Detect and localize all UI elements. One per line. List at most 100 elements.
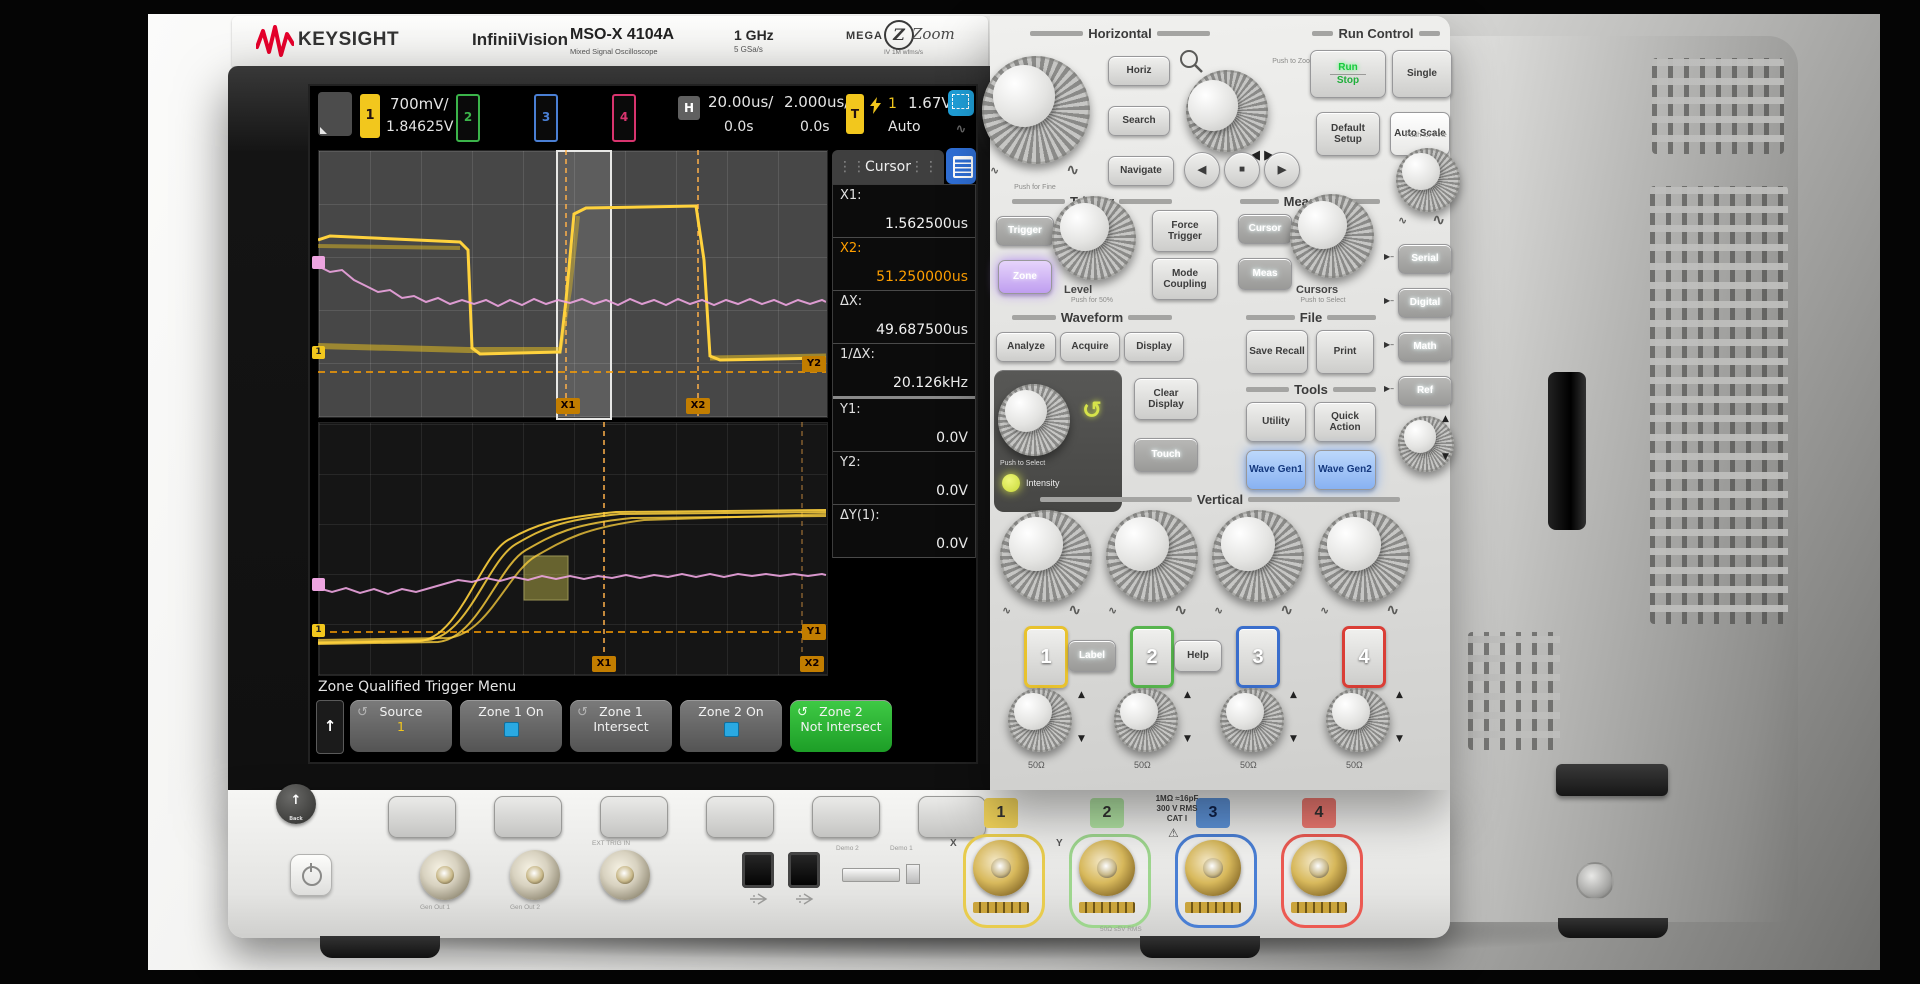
ch3-status-tag[interactable]: 3 [534,94,558,142]
default-setup-button[interactable]: Default Setup [1316,112,1380,156]
cursor-y1-flag[interactable]: Y1 [802,624,826,640]
entry-knob[interactable] [998,384,1070,456]
rear-handle-bar[interactable] [1548,372,1586,530]
softkey-zone2-mode[interactable]: ↺ Zone 2 Not Intersect [790,700,892,752]
cursor-button[interactable]: Cursor [1238,214,1292,244]
ch1-button[interactable]: 1 [1024,626,1068,688]
help-button[interactable]: Help [1174,640,1222,672]
mode-coupling-button[interactable]: Mode Coupling [1152,258,1218,300]
navigate-button[interactable]: Navigate [1108,156,1174,186]
side-latch[interactable] [1556,764,1668,796]
ground-terminal[interactable] [906,864,920,884]
cursor-y2-flag[interactable]: Y2 [802,356,826,372]
clear-display-button[interactable]: Clear Display [1134,378,1198,420]
nav-stop-button[interactable]: ■ [1224,152,1260,188]
cursor-panel-tab[interactable]: ⋮⋮ Cursor ⋮⋮ [832,150,944,184]
softkey-zone1-mode[interactable]: ↺ Zone 1 Intersect [570,700,672,752]
print-button[interactable]: Print [1316,330,1374,374]
ch3-position-knob[interactable] [1220,688,1284,752]
wave-gen1-button[interactable]: Wave Gen1 [1246,450,1306,490]
intensity-button[interactable] [1002,474,1020,492]
down-arrow-icon: ▼ [1290,734,1297,744]
ch1-status-tag[interactable]: 1 [360,94,380,138]
ch2-status-tag[interactable]: 2 [456,94,480,142]
save-recall-button[interactable]: Save Recall [1246,330,1308,374]
search-magnifier-icon [1178,48,1204,74]
serial-button[interactable]: Serial [1398,244,1452,274]
gen-out-2-bnc[interactable] [510,850,560,900]
ch1-input-bnc[interactable] [973,840,1029,896]
cursors-knob[interactable] [1290,194,1374,278]
horiz-button[interactable]: Horiz [1108,56,1170,86]
ch4-position-knob[interactable] [1326,688,1390,752]
acquire-button[interactable]: Acquire [1060,332,1120,362]
softkey-source[interactable]: ↺ Source 1 [350,700,452,752]
ch3-input-bnc[interactable] [1185,840,1241,896]
ch2-scale-knob[interactable] [1106,510,1198,602]
cursor-x2-flag-upper[interactable]: X2 [686,398,710,414]
menu-back-key[interactable]: ↑ [316,700,344,754]
analyze-button[interactable]: Analyze [996,332,1056,362]
ch4-input-bnc[interactable] [1291,840,1347,896]
softkey-button-4[interactable] [706,796,774,838]
cursor-x1-flag-lower[interactable]: X1 [592,656,616,672]
usb-port-1[interactable] [742,852,774,888]
section-title: Vertical [1197,492,1243,507]
ch4-status-tag[interactable]: 4 [612,94,636,142]
ch4-button[interactable]: 4 [1342,626,1386,688]
warning-icon: ⚠ [1168,826,1179,840]
bus-position-knob[interactable] [1398,416,1454,472]
usb-port-2[interactable] [788,852,820,888]
quick-action-button[interactable]: Quick Action [1314,402,1376,442]
trigger-button[interactable]: Trigger [996,216,1054,246]
touch-button[interactable]: Touch [1134,438,1198,472]
ch4-scale-knob[interactable] [1318,510,1410,602]
ch1-position-knob[interactable] [1008,688,1072,752]
trigger-level-knob[interactable] [1052,196,1136,280]
ch2-position-knob[interactable] [1114,688,1178,752]
demo-terminal[interactable] [842,868,900,882]
zone-button[interactable]: Zone [998,260,1052,294]
cursor-x2-flag-lower[interactable]: X2 [800,656,824,672]
softkey-button-2[interactable] [494,796,562,838]
panel-menu-button[interactable] [946,148,976,184]
horizontal-scale-knob[interactable] [982,56,1090,164]
pink-trace-marker-upper [312,256,325,269]
softkey-button-6[interactable] [918,796,986,838]
softkey-button-1[interactable] [388,796,456,838]
sidebar-menu-button[interactable] [318,92,352,136]
softkey-zone2-on[interactable]: Zone 2 On [680,700,782,752]
zone-select-icon[interactable] [948,90,974,116]
softkey-button-3[interactable] [600,796,668,838]
nav-prev-button[interactable]: ◀ [1184,152,1220,188]
label-button[interactable]: Label [1068,640,1116,672]
ch3-button[interactable]: 3 [1236,626,1280,688]
cursor-row-x2[interactable]: X2:51.250000us [833,238,975,291]
ch2-input-bnc[interactable] [1079,840,1135,896]
ext-trig-in-bnc[interactable] [600,850,650,900]
ch1-scale-knob[interactable] [1000,510,1092,602]
single-button[interactable]: Single [1392,50,1452,98]
cursor-x1-flag-upper[interactable]: X1 [556,398,580,414]
wave-gen2-button[interactable]: Wave Gen2 [1314,450,1376,490]
run-stop-button[interactable]: Run Stop [1310,50,1386,98]
digital-button[interactable]: Digital [1398,288,1452,318]
bus-scale-knob[interactable] [1396,148,1460,212]
meas-button[interactable]: Meas [1238,258,1292,290]
utility-button[interactable]: Utility [1246,402,1306,442]
gen-out-1-bnc[interactable] [420,850,470,900]
search-button[interactable]: Search [1108,106,1170,136]
annotation-icon[interactable]: ∿ [948,120,974,140]
softkey-zone1-on[interactable]: Zone 1 On [460,700,562,752]
ch2-button[interactable]: 2 [1130,626,1174,688]
zoom-knob[interactable] [1186,70,1268,152]
ch3-scale-knob[interactable] [1212,510,1304,602]
softkey-button-5[interactable] [812,796,880,838]
ref-button[interactable]: Ref [1398,376,1452,406]
power-button[interactable] [290,854,332,896]
nav-next-button[interactable]: ▶ [1264,152,1300,188]
math-button[interactable]: Math [1398,332,1452,362]
back-button[interactable]: ↑Back [276,784,316,824]
force-trigger-button[interactable]: Force Trigger [1152,210,1218,252]
display-button[interactable]: Display [1124,332,1184,362]
